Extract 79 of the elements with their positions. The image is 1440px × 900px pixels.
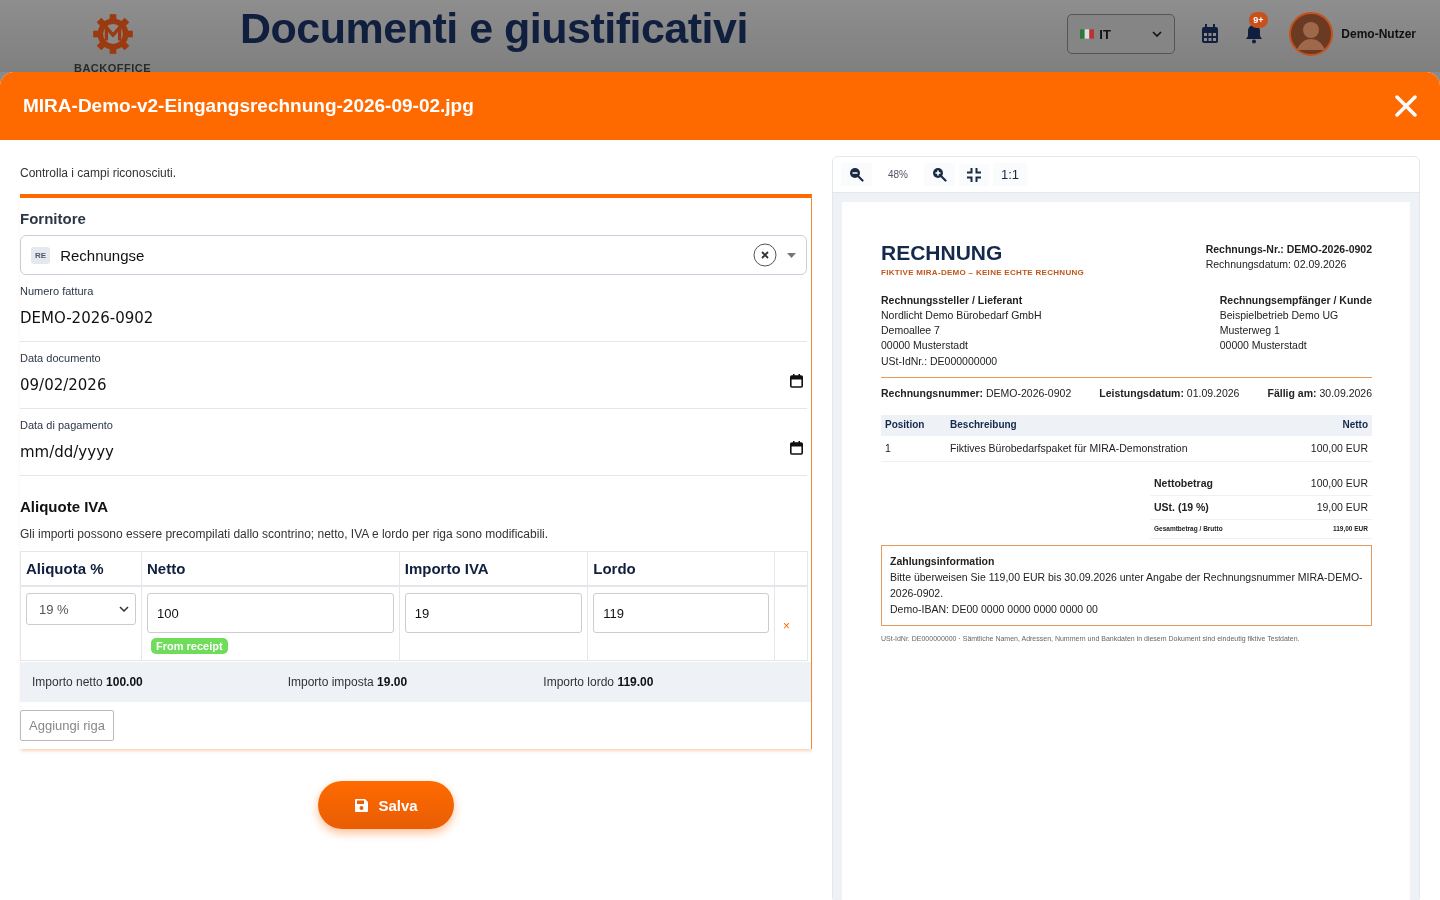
payment-text: Bitte überweisen Sie 119,00 EUR bis 30.09.2026 unter Angabe der Rechnungsnummer MIRA-DEMO-2026-0902. (890, 569, 1363, 602)
avatar-icon[interactable] (1289, 12, 1334, 56)
user-name: Demo-Nutzer (1341, 27, 1416, 41)
column-header: Aliquota % (20, 551, 142, 586)
net-input[interactable]: 100 (147, 593, 394, 633)
table-cell: 100,00 EUR (1282, 435, 1372, 462)
column-header: Importo IVA (399, 551, 588, 586)
invoice-info-text: Rechnungsnummer: DEMO-2026-0902 (881, 385, 1072, 401)
dropdown-caret-icon[interactable] (787, 252, 796, 258)
invoice-number-text: Rechnungs-Nr.: DEMO-2026-0902 (1205, 242, 1372, 257)
fit-to-screen-button[interactable] (959, 163, 989, 186)
input-field[interactable]: DEMO-2026-0902 (20, 297, 803, 331)
address-line: Demoallee 7 (881, 323, 941, 339)
total-value: 19,00 EUR (1316, 500, 1368, 516)
payment-heading: Zahlungsinformation (890, 553, 996, 569)
total-text: Importo netto 100.00 (32, 675, 144, 689)
invoice-date-text: Rechnungsdatum: 02.09.2026 (1205, 257, 1348, 273)
chevron-down-icon (1152, 31, 1163, 37)
column-header: Beschreibung (946, 415, 1283, 436)
address-line: 00000 Musterstadt (881, 338, 969, 354)
calendar-icon[interactable] (790, 441, 803, 455)
page-title: Documenti e giustificativi (240, 4, 748, 53)
field-label: Fornitore (20, 210, 87, 227)
table-cell: Fiktives Bürobedarfspaket für MIRA-Demonstration (946, 435, 1283, 462)
zoom-in-icon (932, 167, 947, 182)
zoom-out-button[interactable] (841, 163, 872, 186)
address-line: Beispielbetrieb Demo UG (1219, 308, 1340, 323)
gear-logo-icon (90, 12, 135, 56)
address-line: USt-IdNr.: DE000000000 (881, 353, 999, 369)
total-value: 100,00 EUR (1310, 475, 1368, 491)
input-field[interactable]: mm/dd/yyyy (20, 431, 790, 465)
field-label: Data documento (20, 352, 102, 364)
supplier-value: Rechnungse (60, 246, 146, 264)
section-title: Aliquote IVA (20, 498, 110, 515)
total-label: USt. (19 %) (1154, 500, 1209, 516)
supplier-badge: RE (31, 246, 51, 264)
party-heading: Rechnungsempfänger / Kunde (1219, 292, 1372, 308)
field-label: Numero fattura (20, 285, 95, 297)
add-row-button[interactable]: Aggiungi riga (20, 710, 114, 741)
zoom-level: 48% (887, 169, 909, 180)
language-select[interactable]: IT (1067, 14, 1176, 54)
party-heading: Rechnungssteller / Lieferant (881, 292, 1024, 308)
supplier-select[interactable]: RE Rechnungse (20, 235, 807, 275)
section-note: Gli importi possono essere precompilati dallo scontrino; netto, IVA e lordo per riga sono modificabili. (20, 527, 550, 541)
total-text: Importo imposta 19.00 (287, 675, 409, 689)
invoice-info-text: Fällig am: 30.09.2026 (1267, 385, 1372, 401)
flag-icon (1080, 29, 1095, 39)
address-line: Nordlicht Demo Bürobedarf GmbH (881, 308, 1042, 323)
modal-title: MIRA-Demo-v2-Eingangsrechnung-2026-09-02.jpg (23, 95, 474, 117)
column-header: Position (881, 415, 947, 436)
zoom-in-button[interactable] (924, 163, 955, 186)
invoice-subtitle: FIKTIVE MIRA-DEMO – KEINE ECHTE RECHNUNG (881, 267, 1085, 279)
table-cell: 1 (881, 435, 947, 462)
field-label: Data di pagamento (20, 419, 114, 431)
payment-text: Demo-IBAN: DE00 0000 0000 0000 0000 00 (890, 602, 1099, 618)
vat-input[interactable]: 19 (404, 593, 583, 633)
logo-text: BACKOFFICE (73, 62, 152, 72)
instruction-text: Controlla i campi riconosciuti. (20, 166, 178, 180)
column-header: Netto (141, 551, 400, 586)
notification-badge: 9+ (1249, 12, 1268, 28)
gross-input[interactable]: 119 (593, 593, 769, 633)
collapse-icon (967, 167, 981, 182)
invoice-title: RECHNUNG (881, 240, 1004, 266)
actual-size-button[interactable]: 1:1 (993, 163, 1028, 186)
input-field[interactable]: 09/02/2026 (20, 364, 790, 398)
address-line: Musterweg 1 (1219, 323, 1281, 339)
column-header: Lordo (587, 551, 775, 586)
source-badge: From receipt (151, 638, 228, 654)
chevron-down-icon (119, 606, 129, 612)
column-header: Netto (1282, 415, 1372, 436)
clear-icon[interactable] (753, 243, 777, 267)
address-line: 00000 Musterstadt (1219, 338, 1308, 354)
zoom-out-icon (849, 167, 864, 182)
rate-select[interactable]: 19 % (26, 593, 136, 625)
total-label: Nettobetrag (1154, 475, 1213, 491)
calendar-icon[interactable] (790, 374, 803, 388)
close-icon[interactable] (1395, 95, 1417, 117)
invoice-info-text: Leistungsdatum: 01.09.2026 (1099, 385, 1240, 401)
total-text: Importo lordo 119.00 (543, 675, 655, 689)
